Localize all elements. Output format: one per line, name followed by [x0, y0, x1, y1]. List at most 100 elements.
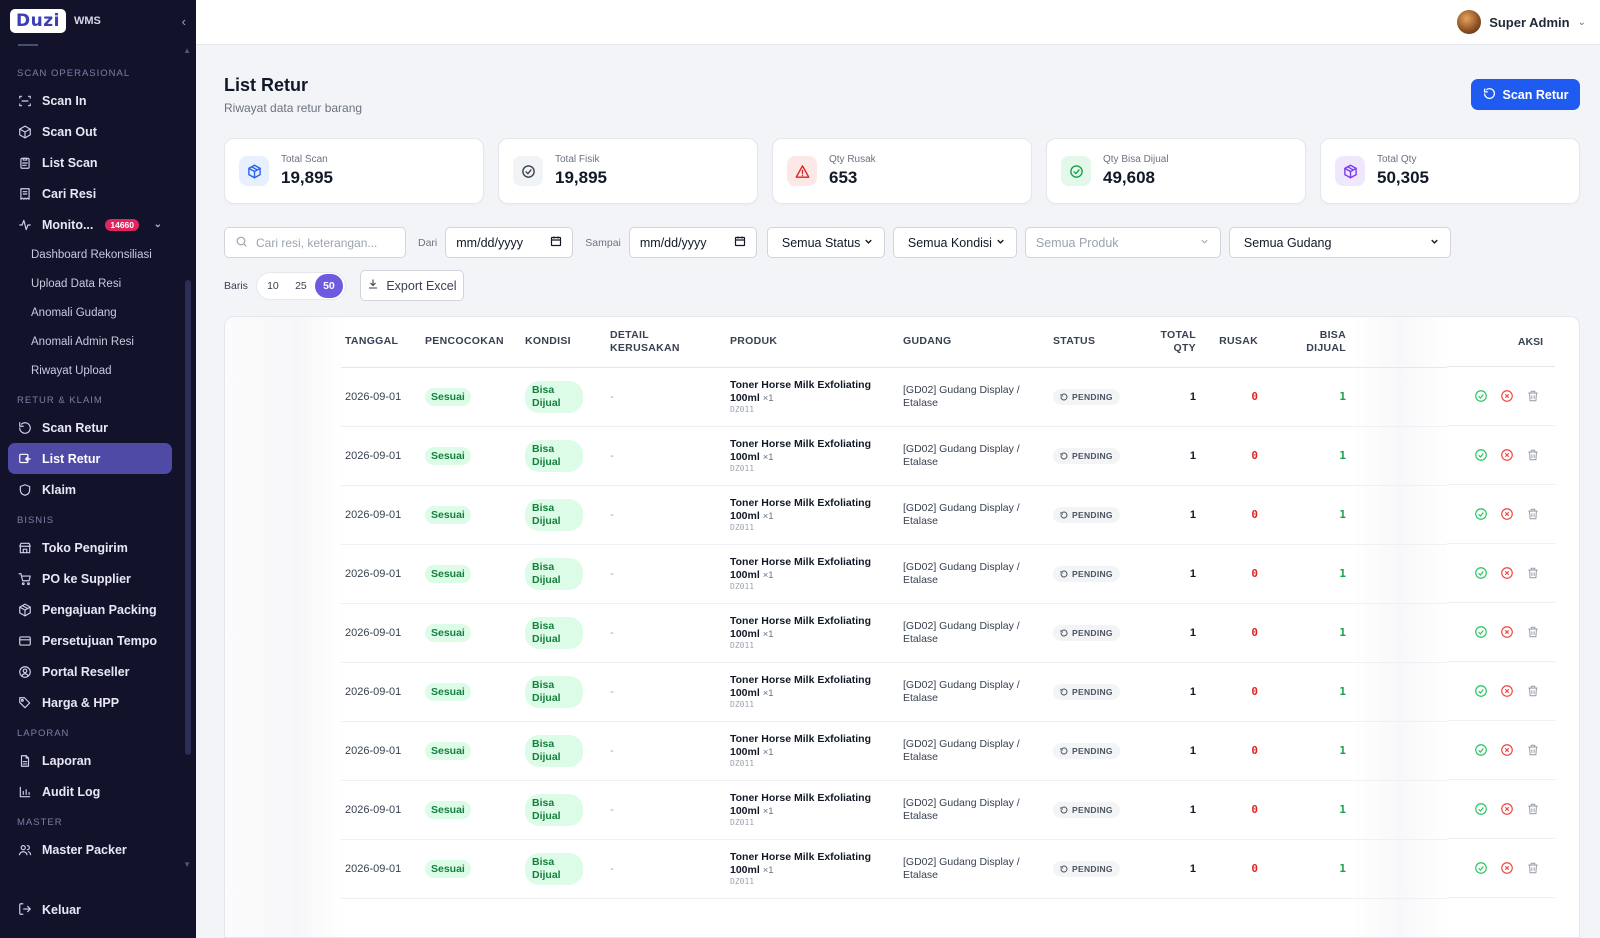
page-size-50[interactable]: 50 — [314, 273, 343, 298]
col-bisa-dijual[interactable]: BISA DIJUAL — [1262, 317, 1350, 368]
reject-icon[interactable] — [1500, 507, 1514, 521]
approve-icon[interactable] — [1474, 389, 1488, 403]
col-total-qty[interactable]: TOTAL QTY — [1146, 317, 1200, 368]
page-size-10[interactable]: 10 — [259, 274, 287, 298]
sidebar-item-master-packer[interactable]: Master Packer — [8, 834, 172, 865]
date-to-input[interactable]: mm/dd/yyyy — [628, 227, 757, 258]
brand-logo[interactable]: Duzi — [10, 9, 66, 33]
approve-icon[interactable] — [1474, 625, 1488, 639]
col-pencocokan[interactable]: PENCOCOKAN — [421, 317, 521, 368]
sidebar-item-scan-in[interactable]: Scan In — [8, 85, 172, 116]
nav-section-title: RETUR & KLAIM — [17, 395, 103, 406]
sidebar-item-monito[interactable]: Monito... 14660 ⌄ — [8, 209, 172, 240]
search-input[interactable]: Cari resi, keterangan... — [224, 227, 406, 258]
stat-card-total-fisik: Total Fisik 19,895 — [498, 138, 758, 204]
sidebar-item-list-retur[interactable]: List Retur — [8, 443, 172, 474]
col-detail-kerusakan[interactable]: DETAIL KERUSAKAN — [606, 317, 726, 368]
reject-icon[interactable] — [1500, 625, 1514, 639]
date-from-input[interactable]: mm/dd/yyyy — [445, 227, 574, 258]
approve-icon[interactable] — [1474, 743, 1488, 757]
export-excel-button[interactable]: Export Excel — [359, 270, 464, 301]
reject-icon[interactable] — [1500, 684, 1514, 698]
sidebar-item-label: Scan Retur — [42, 420, 108, 435]
reject-icon[interactable] — [1500, 389, 1514, 403]
calendar-icon[interactable] — [734, 235, 746, 250]
sidebar-subitem-anomali-gudang[interactable]: Anomali Gudang — [0, 298, 180, 327]
trash-icon[interactable] — [1526, 448, 1540, 462]
sidebar-item-list-scan[interactable]: List Scan — [8, 147, 172, 178]
sidebar-item-harga-hpp[interactable]: Harga & HPP — [8, 687, 172, 718]
cell-gudang: [GD02] Gudang Display / Etalase — [899, 839, 1049, 899]
approve-icon[interactable] — [1474, 684, 1488, 698]
sidebar-item-scan-out[interactable]: Scan Out — [8, 116, 172, 147]
table-row[interactable]: 2026-09-01 Sesuai Bisa Dijual - Toner Horse M… — [341, 603, 1553, 663]
table-row[interactable]: 2026-09-01 Sesuai Bisa Dijual - Toner Horse M… — [341, 662, 1553, 722]
table-row[interactable]: 2026-09-01 Sesuai Bisa Dijual - Toner Horse M… — [341, 544, 1553, 604]
trash-icon[interactable] — [1526, 625, 1540, 639]
collapse-sidebar-icon[interactable]: ‹ — [182, 14, 186, 29]
col-status[interactable]: STATUS — [1049, 317, 1146, 368]
sidebar-item-portal-reseller[interactable]: Portal Reseller — [8, 656, 172, 687]
reject-icon[interactable] — [1500, 566, 1514, 580]
trash-icon[interactable] — [1526, 389, 1540, 403]
col-gudang[interactable]: GUDANG — [899, 317, 1049, 368]
table-row[interactable]: 2026-09-01 Sesuai Bisa Dijual - Toner Horse M… — [341, 721, 1553, 781]
approve-icon[interactable] — [1474, 566, 1488, 580]
trash-icon[interactable] — [1526, 684, 1540, 698]
sidebar-item-toko-pengirim[interactable]: Toko Pengirim — [8, 532, 172, 563]
reject-icon[interactable] — [1500, 448, 1514, 462]
col-produk[interactable]: PRODUK — [726, 317, 899, 368]
table-row[interactable]: 2026-09-01 Sesuai Bisa Dijual - Toner Horse M… — [341, 839, 1553, 899]
trash-icon[interactable] — [1526, 861, 1540, 875]
sidebar-item-scan-retur[interactable]: Scan Retur — [8, 412, 172, 443]
logout-button[interactable]: Keluar — [8, 896, 91, 924]
approve-icon[interactable] — [1474, 507, 1488, 521]
cell-kondisi: Bisa Dijual — [521, 485, 606, 545]
clock-rotate-icon — [1060, 570, 1068, 577]
trash-icon[interactable] — [1526, 802, 1540, 816]
sidebar-item-persetujuan-tempo[interactable]: Persetujuan Tempo — [8, 625, 172, 656]
user-avatar[interactable] — [1457, 10, 1482, 34]
user-name[interactable]: Super Admin — [1489, 15, 1569, 30]
approve-icon[interactable] — [1474, 861, 1488, 875]
reject-icon[interactable] — [1500, 861, 1514, 875]
gudang-select[interactable]: Semua Gudang — [1228, 227, 1451, 258]
table-row[interactable]: 2026-09-01 Sesuai Bisa Dijual - Toner Horse M… — [341, 485, 1553, 545]
col-tanggal[interactable]: TANGGAL — [341, 317, 421, 368]
table-row[interactable]: 2026-09-01 Sesuai Bisa Dijual - Toner Horse M… — [341, 367, 1553, 427]
col-kondisi[interactable]: KONDISI — [521, 317, 606, 368]
chevron-down-icon[interactable]: ⌄ — [1578, 17, 1586, 28]
produk-select[interactable]: Semua Produk — [1024, 227, 1221, 258]
scan-retur-button[interactable]: Scan Retur — [1471, 79, 1580, 110]
sidebar-item-pengajuan-packing[interactable]: Pengajuan Packing — [8, 594, 172, 625]
sidebar-subitem-riwayat-upload[interactable]: Riwayat Upload — [0, 356, 180, 385]
sidebar-item-cari-resi[interactable]: Cari Resi — [8, 178, 172, 209]
status-select[interactable]: Semua Status — [766, 227, 885, 258]
sidebar-subitem-anomali-admin-resi[interactable]: Anomali Admin Resi — [0, 327, 180, 356]
sidebar-item-po-ke-supplier[interactable]: PO ke Supplier — [8, 563, 172, 594]
approve-icon[interactable] — [1474, 448, 1488, 462]
sidebar-item-audit-log[interactable]: Audit Log — [8, 776, 172, 807]
sidebar-subitem-upload-data-resi[interactable]: Upload Data Resi — [0, 269, 180, 298]
scroll-up-icon[interactable]: ▲ — [183, 46, 191, 55]
trash-icon[interactable] — [1526, 566, 1540, 580]
trash-icon[interactable] — [1526, 743, 1540, 757]
reject-icon[interactable] — [1500, 802, 1514, 816]
aksi-row — [1447, 721, 1555, 780]
calendar-icon[interactable] — [550, 235, 562, 250]
sidebar-subitem-dashboard-rekonsiliasi[interactable]: Dashboard Rekonsiliasi — [0, 240, 180, 269]
approve-icon[interactable] — [1474, 802, 1488, 816]
sidebar-item-laporan[interactable]: Laporan — [8, 745, 172, 776]
table-row[interactable]: 2026-09-01 Sesuai Bisa Dijual - Toner Horse M… — [341, 780, 1553, 840]
scroll-down-icon[interactable]: ▼ — [183, 860, 191, 869]
reject-icon[interactable] — [1500, 743, 1514, 757]
page-size-25[interactable]: 25 — [287, 274, 315, 298]
trash-icon[interactable] — [1526, 507, 1540, 521]
sidebar-item-klaim[interactable]: Klaim — [8, 474, 172, 505]
col-rusak[interactable]: RUSAK — [1200, 317, 1262, 368]
sidebar-scrollbar[interactable] — [185, 280, 191, 755]
kondisi-select[interactable]: Semua Kondisi — [892, 227, 1017, 258]
sidebar-item-label: Monito... — [42, 217, 94, 232]
chevron-down-icon[interactable]: ⌄ — [154, 219, 162, 230]
table-row[interactable]: 2026-09-01 Sesuai Bisa Dijual - Toner Horse M… — [341, 426, 1553, 486]
